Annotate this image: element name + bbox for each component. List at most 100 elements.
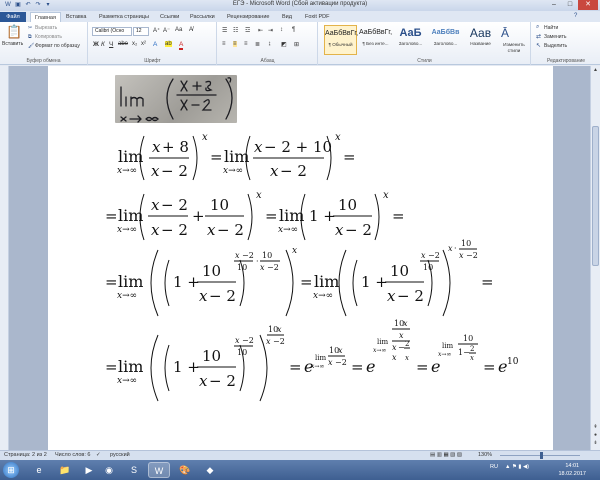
maximize-button[interactable]: □ — [562, 0, 578, 10]
svg-text:x: x — [266, 337, 271, 346]
underline-button[interactable]: Ч — [109, 41, 113, 48]
grow-font-icon[interactable]: A⁺ — [153, 27, 160, 34]
style-no-spacing[interactable]: АаБбВвГг, ¶ Без инте... — [359, 25, 392, 55]
shading-icon[interactable]: ◩ — [281, 41, 287, 48]
sort-icon[interactable]: ↕ — [280, 27, 283, 33]
view-buttons[interactable]: ▤ ▥ ▦ ▧ ▨ — [430, 452, 462, 458]
tab-insert[interactable]: Вставка — [66, 12, 86, 22]
language-indicator[interactable]: русский — [110, 452, 130, 458]
align-left-icon[interactable]: ≡ — [222, 41, 226, 47]
save-icon[interactable]: ▣ — [14, 1, 22, 9]
line-spacing-icon[interactable]: ↨ — [268, 41, 271, 47]
tab-mailings[interactable]: Рассылки — [190, 12, 215, 22]
tab-home[interactable]: Главная — [30, 12, 61, 22]
ie-icon[interactable]: e — [28, 462, 50, 478]
skype-icon[interactable]: S — [123, 462, 145, 478]
scroll-up-icon[interactable]: ▲ — [591, 67, 600, 73]
vertical-scrollbar[interactable]: ▲ ⇞ ● ⇟ — [590, 66, 600, 450]
subscript-button[interactable]: x₂ — [132, 41, 137, 47]
copy-button[interactable]: Копировать — [35, 34, 62, 40]
paint-icon[interactable]: 🎨 — [174, 462, 196, 478]
equation-row-2: = lim x→∞ x − 2 x − 2 + 10 x − 2 x = lim… — [105, 190, 405, 241]
change-case-icon[interactable]: Aa — [175, 27, 182, 33]
tab-page-layout[interactable]: Разметка страницы — [99, 12, 149, 22]
tab-foxit-pdf[interactable]: Foxit PDF — [305, 12, 329, 22]
italic-button[interactable]: К — [101, 41, 105, 48]
system-clock[interactable]: 14:01 18.02.2017 — [558, 462, 586, 478]
tab-view[interactable]: Вид — [282, 12, 292, 22]
zoom-slider-thumb[interactable] — [540, 452, 543, 459]
tab-review[interactable]: Рецензирование — [227, 12, 269, 22]
borders-icon[interactable]: ⊞ — [294, 41, 299, 48]
equation-row-4: = lim x→∞ 1 + 10 x − 2 x −2 10 10 x x −2… — [105, 319, 519, 402]
font-size-select[interactable]: 12 — [133, 27, 149, 36]
strikethrough-button[interactable]: abe — [118, 41, 128, 47]
explorer-icon[interactable]: 📁 — [54, 462, 76, 478]
media-player-icon[interactable]: ▶ — [78, 462, 100, 478]
word-icon[interactable]: W — [4, 1, 12, 9]
close-button[interactable]: ✕ — [578, 0, 598, 10]
copy-icon: ⧉ — [28, 34, 32, 40]
style-normal[interactable]: АаБбВвГг, ¶ Обычный — [324, 25, 358, 55]
replace-button[interactable]: Заменить — [544, 34, 566, 40]
show-marks-icon[interactable]: ¶ — [292, 27, 295, 33]
style-heading-2[interactable]: АаБбВв Заголово... — [429, 25, 462, 55]
bold-button[interactable]: Ж — [93, 41, 99, 48]
undo-icon[interactable]: ↶ — [24, 1, 32, 9]
zoom-level[interactable]: 130% — [478, 452, 492, 458]
select-button[interactable]: Выделить — [544, 43, 567, 49]
paste-button[interactable]: Вставить — [2, 41, 23, 47]
start-button[interactable]: ⊞ — [3, 462, 19, 478]
scrollbar-thumb[interactable] — [592, 126, 599, 266]
increase-indent-icon[interactable]: ⇥ — [268, 27, 273, 34]
numbering-icon[interactable]: ☷ — [233, 27, 238, 34]
proofing-icon[interactable]: ✓ — [96, 452, 101, 458]
decrease-indent-icon[interactable]: ⇤ — [258, 27, 263, 34]
clear-format-icon[interactable]: A̸ — [189, 27, 193, 33]
tray-icons[interactable]: ▲ ⚑ ▮ ◀) — [505, 464, 529, 470]
superscript-button[interactable]: x² — [141, 41, 146, 47]
svg-text:=: = — [416, 358, 429, 376]
svg-text:− 2: − 2 — [161, 196, 188, 214]
change-styles-button[interactable]: Изменить стили — [500, 43, 528, 55]
browse-object-icon[interactable]: ● — [591, 432, 600, 438]
word-taskbar-icon[interactable]: W — [148, 462, 170, 478]
align-center-icon[interactable]: ≡ — [233, 41, 237, 47]
minimize-button[interactable]: – — [546, 0, 562, 10]
font-family-select[interactable]: Calibri (Осно — [92, 27, 132, 36]
style-title[interactable]: Аав Название — [464, 25, 497, 55]
page-counter[interactable]: Страница: 2 из 2 — [4, 452, 47, 458]
justify-icon[interactable]: ≣ — [255, 41, 260, 48]
text-effects-button[interactable]: A — [153, 41, 157, 48]
shrink-font-icon[interactable]: A⁻ — [163, 27, 170, 34]
chrome-icon[interactable]: ◉ — [98, 462, 120, 478]
format-painter-button[interactable]: Формат по образцу — [35, 43, 80, 49]
style-label: Название — [470, 41, 491, 46]
align-right-icon[interactable]: ≡ — [244, 41, 248, 47]
svg-text:=: = — [300, 273, 313, 291]
svg-text:−2: −2 — [335, 358, 347, 367]
language-bar[interactable]: RU — [490, 464, 498, 470]
style-heading-1[interactable]: АаБ Заголово... — [394, 25, 427, 55]
cut-button[interactable]: Вырезать — [35, 25, 57, 31]
customize-icon[interactable]: ▾ — [44, 1, 52, 9]
svg-text:10: 10 — [237, 263, 247, 272]
tab-file[interactable]: Файл — [0, 12, 26, 22]
word-count[interactable]: Число слов: 6 — [55, 452, 90, 458]
tab-references[interactable]: Ссылки — [160, 12, 179, 22]
help-icon[interactable]: ? — [574, 13, 577, 19]
next-page-icon[interactable]: ⇟ — [591, 440, 600, 446]
prev-page-icon[interactable]: ⇞ — [591, 424, 600, 430]
app-icon[interactable]: ◆ — [199, 462, 221, 478]
handwritten-limit-photo[interactable] — [115, 75, 237, 123]
highlight-button[interactable]: ab — [165, 41, 172, 47]
multilevel-list-icon[interactable]: ☲ — [245, 27, 250, 34]
font-color-button[interactable]: A — [179, 41, 184, 50]
svg-text:− 2 + 10: − 2 + 10 — [264, 138, 332, 156]
svg-text:x: x — [338, 346, 343, 355]
paste-icon[interactable]: 📋 — [6, 24, 22, 40]
find-button[interactable]: Найти — [544, 25, 558, 31]
redo-icon[interactable]: ↷ — [34, 1, 42, 9]
bullets-icon[interactable]: ☰ — [222, 27, 227, 34]
equation-row-1: lim x→∞ x + 8 x − 2 x = lim x→∞ x − 2 + … — [117, 132, 356, 181]
